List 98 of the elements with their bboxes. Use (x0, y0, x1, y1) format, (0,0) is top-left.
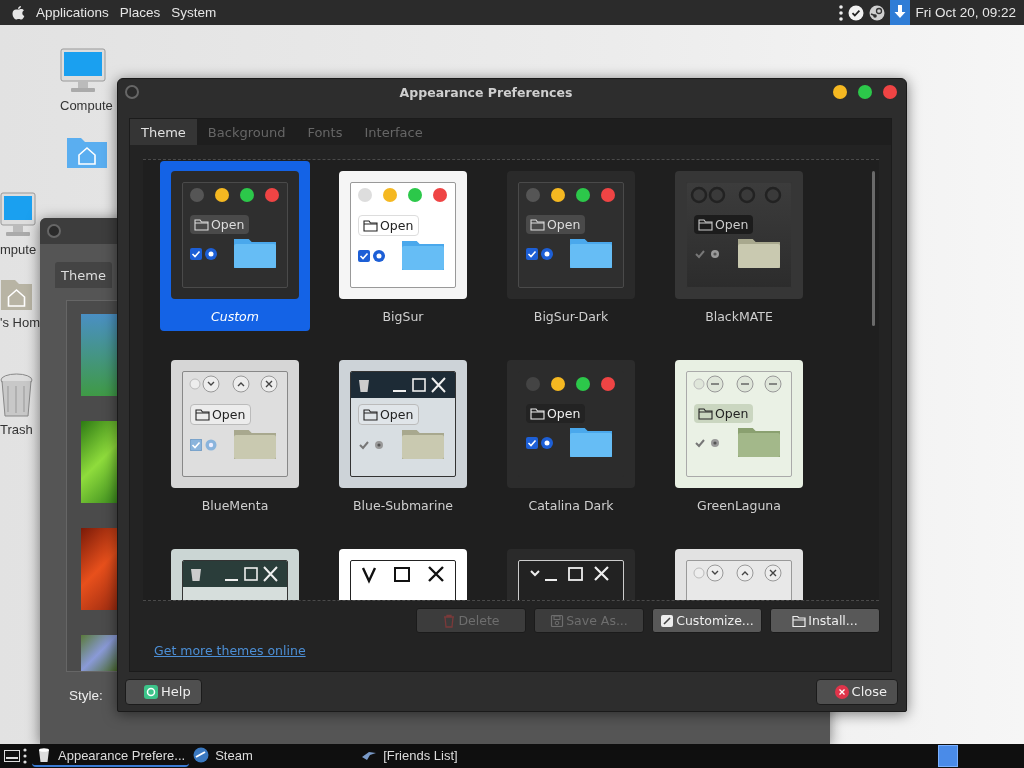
link[interactable]: Get more themes online (154, 643, 306, 658)
edit-icon (660, 613, 675, 628)
taskbar-item[interactable]: [Friends List] (357, 745, 462, 767)
help-icon (144, 684, 158, 699)
computer-icon (60, 48, 106, 94)
theme-tile[interactable]: Open BigSur-Dark (496, 161, 646, 331)
radio-icon (709, 436, 721, 449)
folder-icon (570, 425, 612, 457)
checkbox-icon (190, 247, 202, 260)
theme-name: BlackMATE (705, 309, 773, 324)
apple-icon (12, 5, 25, 20)
theme-name: BlueMenta (201, 498, 269, 513)
radio-icon (205, 247, 217, 260)
folder-icon (698, 218, 713, 231)
open-button: Open (190, 404, 252, 425)
folder-icon (363, 408, 378, 421)
window-button[interactable] (47, 224, 61, 238)
close-icon (834, 684, 849, 699)
folder-icon (698, 407, 713, 420)
icon-label: Compute (60, 98, 113, 113)
open-button: Open (190, 215, 250, 234)
folder-icon (363, 219, 378, 232)
folder-icon (195, 408, 210, 421)
theme-name: Catalina Dark (528, 498, 614, 513)
gear-circle-icon[interactable] (869, 4, 886, 21)
tab[interactable]: Theme (55, 262, 112, 288)
open-button: Open (694, 404, 754, 423)
computer-icon (0, 192, 36, 238)
theme-tile[interactable]: Open BlackMATE (664, 161, 814, 331)
folder-icon (402, 238, 444, 270)
close-button[interactable]: Close (815, 678, 898, 705)
tab[interactable]: Theme (130, 119, 197, 145)
theme-tile[interactable]: Open Blue-Submarine (328, 350, 478, 520)
folder-icon (194, 218, 209, 231)
theme-tile[interactable]: Open BlueMenta (160, 350, 310, 520)
menu-dots-icon[interactable] (839, 4, 844, 21)
window-button[interactable] (125, 85, 139, 99)
menu-item[interactable]: System (171, 5, 217, 20)
theme-name: Blue-Submarine (353, 498, 453, 513)
download-icon[interactable] (890, 0, 911, 25)
folder-icon (738, 236, 780, 268)
open-button: Open (358, 404, 420, 425)
theme-tile[interactable]: Open GreenLaguna (664, 350, 814, 520)
radio-icon (373, 438, 385, 451)
theme-tile[interactable]: Open Custom (160, 161, 310, 331)
radio-icon (373, 249, 385, 262)
photo-placeholder[interactable] (81, 635, 117, 671)
folder-icon (234, 427, 276, 459)
folder-icon (530, 218, 545, 231)
radio-icon (541, 436, 553, 449)
close-button[interactable] (883, 85, 897, 99)
checkbox-icon (190, 438, 202, 451)
checkbox-icon (526, 436, 538, 449)
action-button[interactable]: Install... (770, 608, 880, 633)
clock[interactable]: Fri Oct 20, 09:22 (915, 5, 1016, 20)
theme-tile[interactable]: Open BigSur (328, 161, 478, 331)
folder-icon (234, 236, 276, 268)
radio-icon (205, 438, 217, 451)
folder-icon (530, 407, 545, 420)
help-button[interactable]: Help (125, 678, 202, 705)
taskbar-item[interactable]: Steam (189, 745, 358, 767)
theme-name: BigSur (382, 309, 424, 324)
open-button: Open (358, 215, 420, 236)
menu-item[interactable]: Applications (36, 5, 109, 20)
folder-icon (402, 427, 444, 459)
photo-placeholder[interactable] (81, 421, 117, 503)
style-label: Style: (69, 688, 103, 703)
radio-icon (709, 247, 721, 260)
open-button: Open (526, 215, 586, 234)
folder-icon (570, 236, 612, 268)
checkbox-icon (526, 247, 538, 260)
radio-icon (541, 247, 553, 260)
minimize-button[interactable] (833, 85, 847, 99)
open-button: Open (526, 404, 586, 423)
trash-icon (0, 372, 33, 418)
trash-icon (442, 613, 457, 628)
app-icon (193, 747, 210, 763)
show-desktop-icon[interactable] (4, 750, 20, 762)
taskbar-item[interactable]: Appearance Prefere... (32, 745, 190, 767)
open-button: Open (694, 215, 754, 234)
folder-icon (738, 425, 780, 457)
icon-label: mpute (0, 242, 37, 257)
floppy-icon (550, 613, 565, 628)
window-title: Appearance Preferences (398, 84, 574, 100)
theme-name: GreenLaguna (697, 498, 781, 513)
app-icon (36, 747, 52, 763)
theme-name: Custom (211, 309, 259, 324)
theme-tile[interactable]: Open Catalina Dark (496, 350, 646, 520)
action-button[interactable]: Customize... (652, 608, 762, 633)
checkbox-icon (358, 249, 370, 262)
theme-name: BigSur-Dark (533, 309, 609, 324)
scrollbar-thumb[interactable] (872, 171, 875, 326)
folder-icon (792, 613, 807, 628)
check-circle-icon[interactable] (848, 4, 865, 21)
maximize-button[interactable] (858, 85, 872, 99)
icon-label: 's Hom (0, 315, 41, 330)
menu-item[interactable]: Places (119, 5, 161, 20)
icon-label: Trash (0, 422, 33, 437)
